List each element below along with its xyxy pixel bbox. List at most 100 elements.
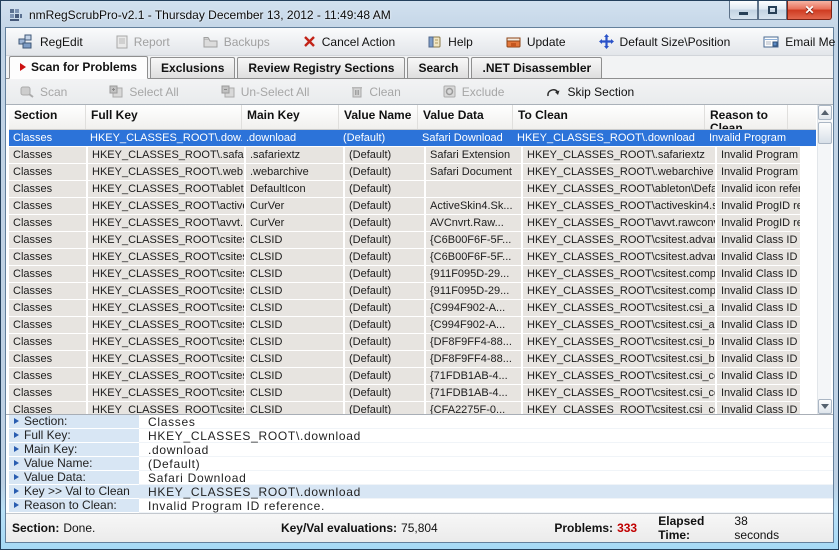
cell-section: Classes: [9, 402, 86, 414]
tab-search[interactable]: Search: [407, 57, 469, 78]
table-row[interactable]: Classes HKEY_CLASSES_ROOT\csites... CLSI…: [9, 300, 816, 316]
column-header-to-clean[interactable]: To Clean: [513, 105, 705, 130]
table-row[interactable]: Classes HKEY_CLASSES_ROOT\.dow... .downl…: [9, 130, 816, 146]
email-icon: [763, 36, 779, 48]
cell-value-name: (Default): [345, 283, 424, 299]
regedit-button[interactable]: RegEdit: [12, 32, 89, 51]
exclude-icon: [443, 85, 456, 98]
scrollbar-thumb[interactable]: [818, 122, 832, 144]
table-row[interactable]: Classes HKEY_CLASSES_ROOT\csites... CLSI…: [9, 351, 816, 367]
cell-main-key: CLSID: [246, 249, 343, 265]
cell-section: Classes: [9, 266, 86, 282]
results-grid-header: Section Full Key Main Key Value Name Val…: [9, 105, 816, 130]
cell-to-clean: HKEY_CLASSES_ROOT\csitest.csi_co...: [523, 402, 715, 414]
help-label: Help: [448, 35, 473, 49]
cell-reason: Invalid Class ID ref.: [717, 368, 800, 384]
table-row[interactable]: Classes HKEY_CLASSES_ROOT\.safar... .saf…: [9, 147, 816, 163]
cell-full-key: HKEY_CLASSES_ROOT\csites...: [88, 300, 244, 316]
cell-section: Classes: [9, 317, 86, 333]
cell-value-data: {DF8F9FF4-88...: [426, 351, 521, 367]
help-button[interactable]: Help: [422, 33, 479, 51]
table-row[interactable]: Classes HKEY_CLASSES_ROOT\csites... CLSI…: [9, 232, 816, 248]
minimize-button[interactable]: [729, 1, 758, 20]
table-row[interactable]: Classes HKEY_CLASSES_ROOT\avvt.... CurVe…: [9, 215, 816, 231]
unselect-all-label: Un-Select All: [241, 85, 310, 99]
tab-scan-for-problems[interactable]: Scan for Problems: [9, 56, 148, 79]
cell-reason: Invalid Class ID ref.: [717, 232, 800, 248]
column-header-value-data[interactable]: Value Data: [418, 105, 513, 130]
table-row[interactable]: Classes HKEY_CLASSES_ROOT\csites... CLSI…: [9, 283, 816, 299]
cancel-action-button[interactable]: Cancel Action: [297, 33, 401, 51]
scroll-down-button[interactable]: [818, 399, 832, 414]
column-header-reason-to-clean[interactable]: Reason to Clean: [705, 105, 788, 130]
results-grid-body: Classes HKEY_CLASSES_ROOT\.dow... .downl…: [9, 130, 816, 414]
trash-icon: [351, 85, 363, 98]
cell-main-key: .download: [242, 130, 339, 146]
detail-label-cell: Key >> Val to Clean: [9, 485, 139, 499]
detail-label-cell: Value Data:: [9, 471, 139, 485]
scan-icon: [20, 85, 34, 98]
status-elapsed: Elapsed Time: 38 seconds: [652, 514, 795, 542]
table-row[interactable]: Classes HKEY_CLASSES_ROOT\ablet... Defau…: [9, 181, 816, 197]
select-all-button[interactable]: Select All: [103, 83, 184, 101]
skip-section-button[interactable]: Skip Section: [540, 83, 640, 101]
table-row[interactable]: Classes HKEY_CLASSES_ROOT\active... CurV…: [9, 198, 816, 214]
table-row[interactable]: Classes HKEY_CLASSES_ROOT\csites... CLSI…: [9, 266, 816, 282]
vertical-scrollbar[interactable]: [817, 105, 831, 414]
title-bar[interactable]: nmRegScrubPro-v2.1 - Thursday December 1…: [5, 3, 834, 27]
tab-exclusions[interactable]: Exclusions: [150, 57, 235, 78]
table-row[interactable]: Classes HKEY_CLASSES_ROOT\csites... CLSI…: [9, 334, 816, 350]
cell-to-clean: HKEY_CLASSES_ROOT\ableton\Defau...: [523, 181, 715, 197]
cell-section: Classes: [9, 164, 86, 180]
exclude-button[interactable]: Exclude: [437, 83, 511, 101]
column-header-section[interactable]: Section: [9, 105, 86, 130]
cell-to-clean: HKEY_CLASSES_ROOT\csitest.compo...: [523, 266, 715, 282]
detail-value: (Default): [139, 457, 200, 471]
details-panel: Section: Classes Full Key: HKEY_CLASSES_…: [6, 414, 833, 513]
column-header-full-key[interactable]: Full Key: [86, 105, 242, 130]
unselect-all-button[interactable]: Un-Select All: [215, 83, 316, 101]
status-keyval: Key/Val evaluations: 75,804: [275, 514, 548, 542]
cell-value-name: (Default): [345, 351, 424, 367]
detail-label-cell: Reason to Clean:: [9, 499, 139, 513]
close-button[interactable]: ✕: [787, 1, 832, 20]
tab-review-registry-sections[interactable]: Review Registry Sections: [237, 57, 405, 78]
scan-label: Scan: [40, 85, 67, 99]
cell-main-key: CLSID: [246, 300, 343, 316]
status-keyval-label: Key/Val evaluations:: [281, 521, 397, 535]
detail-label-cell: Value Name:: [9, 457, 139, 471]
cell-reason: Invalid Class ID ref.: [717, 249, 800, 265]
report-button[interactable]: Report: [110, 33, 176, 51]
clean-button[interactable]: Clean: [345, 83, 406, 101]
email-me-button[interactable]: Email Me: [757, 33, 839, 51]
table-row[interactable]: Classes HKEY_CLASSES_ROOT\csites... CLSI…: [9, 402, 816, 414]
update-button[interactable]: Update: [500, 33, 572, 51]
detail-label-cell: Main Key:: [9, 443, 139, 457]
detail-label: Key >> Val to Clean: [24, 484, 130, 498]
update-label: Update: [527, 35, 566, 49]
cell-value-name: (Default): [345, 147, 424, 163]
cell-value-data: {71FDB1AB-4...: [426, 385, 521, 401]
table-row[interactable]: Classes HKEY_CLASSES_ROOT\csites... CLSI…: [9, 368, 816, 384]
scroll-up-button[interactable]: [818, 105, 832, 120]
tab-net-disassembler[interactable]: .NET Disassembler: [471, 57, 602, 78]
backups-button[interactable]: Backups: [197, 33, 276, 51]
detail-label: Value Name:: [24, 456, 92, 470]
default-size-position-button[interactable]: Default Size\Position: [593, 32, 737, 51]
column-header-main-key[interactable]: Main Key: [242, 105, 339, 130]
app-window: nmRegScrubPro-v2.1 - Thursday December 1…: [0, 0, 839, 550]
cell-reason: Invalid ProgID refe.: [717, 198, 800, 214]
maximize-button[interactable]: [758, 1, 787, 20]
table-row[interactable]: Classes HKEY_CLASSES_ROOT\csites... CLSI…: [9, 317, 816, 333]
scan-button[interactable]: Scan: [14, 83, 73, 101]
cell-section: Classes: [9, 283, 86, 299]
table-row[interactable]: Classes HKEY_CLASSES_ROOT\csites... CLSI…: [9, 249, 816, 265]
help-book-icon: [428, 35, 442, 48]
cell-value-name: (Default): [345, 164, 424, 180]
table-row[interactable]: Classes HKEY_CLASSES_ROOT\csites... CLSI…: [9, 385, 816, 401]
cell-main-key: CLSID: [246, 317, 343, 333]
cell-section: Classes: [9, 300, 86, 316]
backups-folder-icon: [203, 36, 218, 48]
table-row[interactable]: Classes HKEY_CLASSES_ROOT\.web... .webar…: [9, 164, 816, 180]
column-header-value-name[interactable]: Value Name: [339, 105, 418, 130]
